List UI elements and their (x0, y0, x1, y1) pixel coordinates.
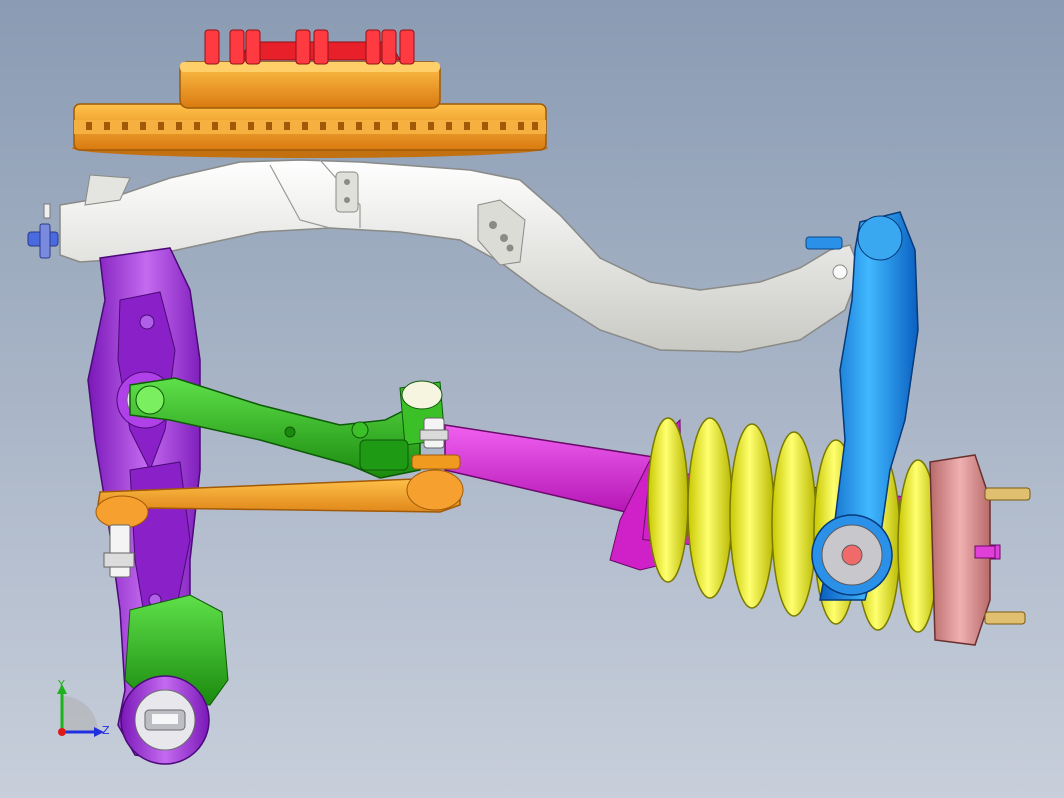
caliper[interactable] (204, 29, 415, 65)
subframe-right-mount-bolt[interactable] (805, 236, 843, 250)
z-axis-label: Z (102, 724, 110, 737)
brake-disc[interactable] (72, 103, 548, 158)
y-axis-label: Y (58, 678, 65, 691)
triad-plane (62, 696, 98, 732)
brake-hat[interactable] (179, 61, 441, 109)
toe-link-outer-bolt[interactable] (419, 417, 449, 449)
lower-arm-eye[interactable] (120, 675, 210, 765)
x-axis-dot (58, 728, 66, 736)
cad-viewport[interactable]: Y Z (0, 0, 1064, 798)
suspension-assembly[interactable] (0, 0, 1064, 798)
